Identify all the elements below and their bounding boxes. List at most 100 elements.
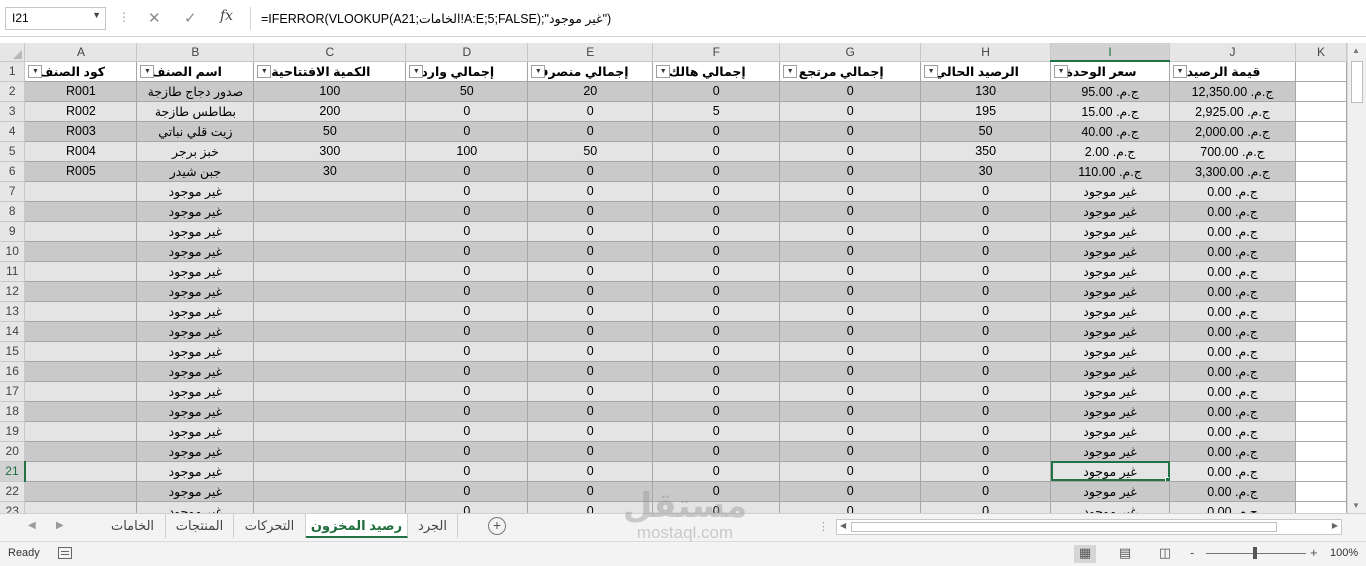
filter-dropdown-icon[interactable]: ▼	[409, 64, 424, 78]
row-header[interactable]: 22	[0, 481, 26, 502]
table-header-g[interactable]: إجمالي مرتجع ▼	[779, 61, 922, 82]
cell-g[interactable]: 0	[779, 501, 922, 513]
cell-b[interactable]: غير موجود	[136, 461, 255, 482]
cell-b[interactable]: غير موجود	[136, 221, 255, 242]
cell-c[interactable]	[253, 421, 407, 442]
cell-i[interactable]: غير موجود	[1050, 301, 1171, 322]
column-header-g[interactable]: G	[779, 43, 922, 62]
cell-i[interactable]: غير موجود	[1050, 341, 1171, 362]
cell-f[interactable]: 0	[652, 441, 781, 462]
cell-j[interactable]: ج.م. 0.00	[1169, 281, 1296, 302]
cell-e[interactable]: 0	[527, 181, 654, 202]
row-header[interactable]: 3	[0, 101, 26, 122]
cell-a[interactable]	[24, 281, 138, 302]
cell-k[interactable]	[1295, 341, 1347, 362]
cell-k[interactable]	[1295, 321, 1347, 342]
cell-d[interactable]: 0	[405, 101, 529, 122]
horizontal-scroll-thumb[interactable]	[851, 522, 1277, 532]
cell-k[interactable]	[1295, 241, 1347, 262]
cell-h[interactable]: 0	[920, 181, 1052, 202]
cell-k[interactable]	[1295, 261, 1347, 282]
table-header-b[interactable]: اسم الصنف ▼	[136, 61, 255, 82]
cell-a[interactable]	[24, 241, 138, 262]
cell-d[interactable]: 0	[405, 241, 529, 262]
cell-e[interactable]: 50	[527, 141, 654, 162]
cell-g[interactable]: 0	[779, 381, 922, 402]
column-header-b[interactable]: B	[136, 43, 255, 62]
cell-b[interactable]: غير موجود	[136, 481, 255, 502]
cell-j[interactable]: ج.م. 0.00	[1169, 241, 1296, 262]
cell-g[interactable]: 0	[779, 81, 922, 102]
cell-g[interactable]: 0	[779, 301, 922, 322]
cell-b[interactable]: زيت قلي نباتي	[136, 121, 255, 142]
cell-i[interactable]: غير موجود	[1050, 321, 1171, 342]
cell-a[interactable]	[24, 381, 138, 402]
cell-a[interactable]: R002	[24, 101, 138, 122]
cell-f[interactable]: 0	[652, 121, 781, 142]
row-header[interactable]: 7	[0, 181, 26, 202]
cell-h[interactable]: 0	[920, 421, 1052, 442]
column-header-h[interactable]: H	[920, 43, 1052, 62]
cell-c[interactable]	[253, 341, 407, 362]
cell-j[interactable]: ج.م. 0.00	[1169, 321, 1296, 342]
cell-g[interactable]: 0	[779, 401, 922, 422]
cell-e[interactable]: 0	[527, 341, 654, 362]
column-header-c[interactable]: C	[253, 43, 407, 62]
cell-e[interactable]: 0	[527, 261, 654, 282]
cell-h[interactable]: 0	[920, 201, 1052, 222]
cell-f[interactable]: 0	[652, 141, 781, 162]
cell-d[interactable]: 0	[405, 321, 529, 342]
worksheet-grid[interactable]: ABCDEFGHIJK 1 كود الصنف ▼ اسم الصنف ▼ الكمية …	[0, 43, 1347, 513]
cell-f[interactable]: 0	[652, 201, 781, 222]
cell-h[interactable]: 50	[920, 121, 1052, 142]
cell-c[interactable]	[253, 181, 407, 202]
cell-f[interactable]: 0	[652, 361, 781, 382]
zoom-level[interactable]: 100%	[1330, 547, 1358, 559]
cell-g[interactable]: 0	[779, 361, 922, 382]
cell-j[interactable]: ج.م. 0.00	[1169, 381, 1296, 402]
cell-h[interactable]: 195	[920, 101, 1052, 122]
cell-c[interactable]	[253, 501, 407, 513]
cell-a[interactable]	[24, 441, 138, 462]
cell-table[interactable]: ABCDEFGHIJK 1 كود الصنف ▼ اسم الصنف ▼ الكمية …	[0, 43, 1347, 513]
cell-i[interactable]: غير موجود	[1050, 421, 1171, 442]
row-header[interactable]: 2	[0, 81, 26, 102]
cell-k[interactable]	[1295, 501, 1347, 513]
cell-i[interactable]: ج.م. 2.00	[1050, 141, 1171, 162]
cell-b[interactable]: خبز برجر	[136, 141, 255, 162]
scroll-right-icon[interactable]: ▶	[1332, 521, 1338, 530]
cell-e[interactable]: 0	[527, 101, 654, 122]
cell-i[interactable]: غير موجود	[1050, 241, 1171, 262]
cell-e[interactable]: 0	[527, 301, 654, 322]
zoom-out-button[interactable]: -	[1190, 545, 1194, 560]
cell-c[interactable]: 200	[253, 101, 407, 122]
page-break-icon[interactable]: ◫	[1154, 545, 1176, 563]
cell-c[interactable]	[253, 441, 407, 462]
cell-b[interactable]: غير موجود	[136, 421, 255, 442]
cell-j[interactable]: ج.م. 0.00	[1169, 461, 1296, 482]
row-header[interactable]: 20	[0, 441, 26, 462]
cell-d[interactable]: 0	[405, 381, 529, 402]
cell-i[interactable]: ج.م. 95.00	[1050, 81, 1171, 102]
filter-dropdown-icon[interactable]: ▼	[257, 64, 272, 78]
cell-h[interactable]: 30	[920, 161, 1052, 182]
cell-g[interactable]: 0	[779, 241, 922, 262]
scroll-down-icon[interactable]: ▼	[1352, 501, 1360, 510]
cell-i[interactable]: غير موجود	[1050, 461, 1171, 482]
column-header-a[interactable]: A	[24, 43, 138, 62]
fill-handle[interactable]	[1165, 476, 1169, 480]
cell-k[interactable]	[1295, 441, 1347, 462]
cell-a[interactable]	[24, 321, 138, 342]
cell-a[interactable]	[24, 341, 138, 362]
cell-k[interactable]	[1295, 161, 1347, 182]
cell-j[interactable]: ج.م. 2,925.00	[1169, 101, 1296, 122]
row-header[interactable]: 19	[0, 421, 26, 442]
cell-g[interactable]: 0	[779, 101, 922, 122]
cell-a[interactable]	[24, 421, 138, 442]
column-header-i[interactable]: I	[1050, 43, 1171, 62]
cell-f[interactable]: 0	[652, 341, 781, 362]
table-header-e[interactable]: إجمالي منصرف ▼	[527, 61, 654, 82]
filter-dropdown-icon[interactable]: ▼	[28, 64, 43, 78]
filter-dropdown-icon[interactable]: ▼	[1054, 65, 1069, 78]
scroll-left-icon[interactable]: ◀	[840, 521, 846, 530]
